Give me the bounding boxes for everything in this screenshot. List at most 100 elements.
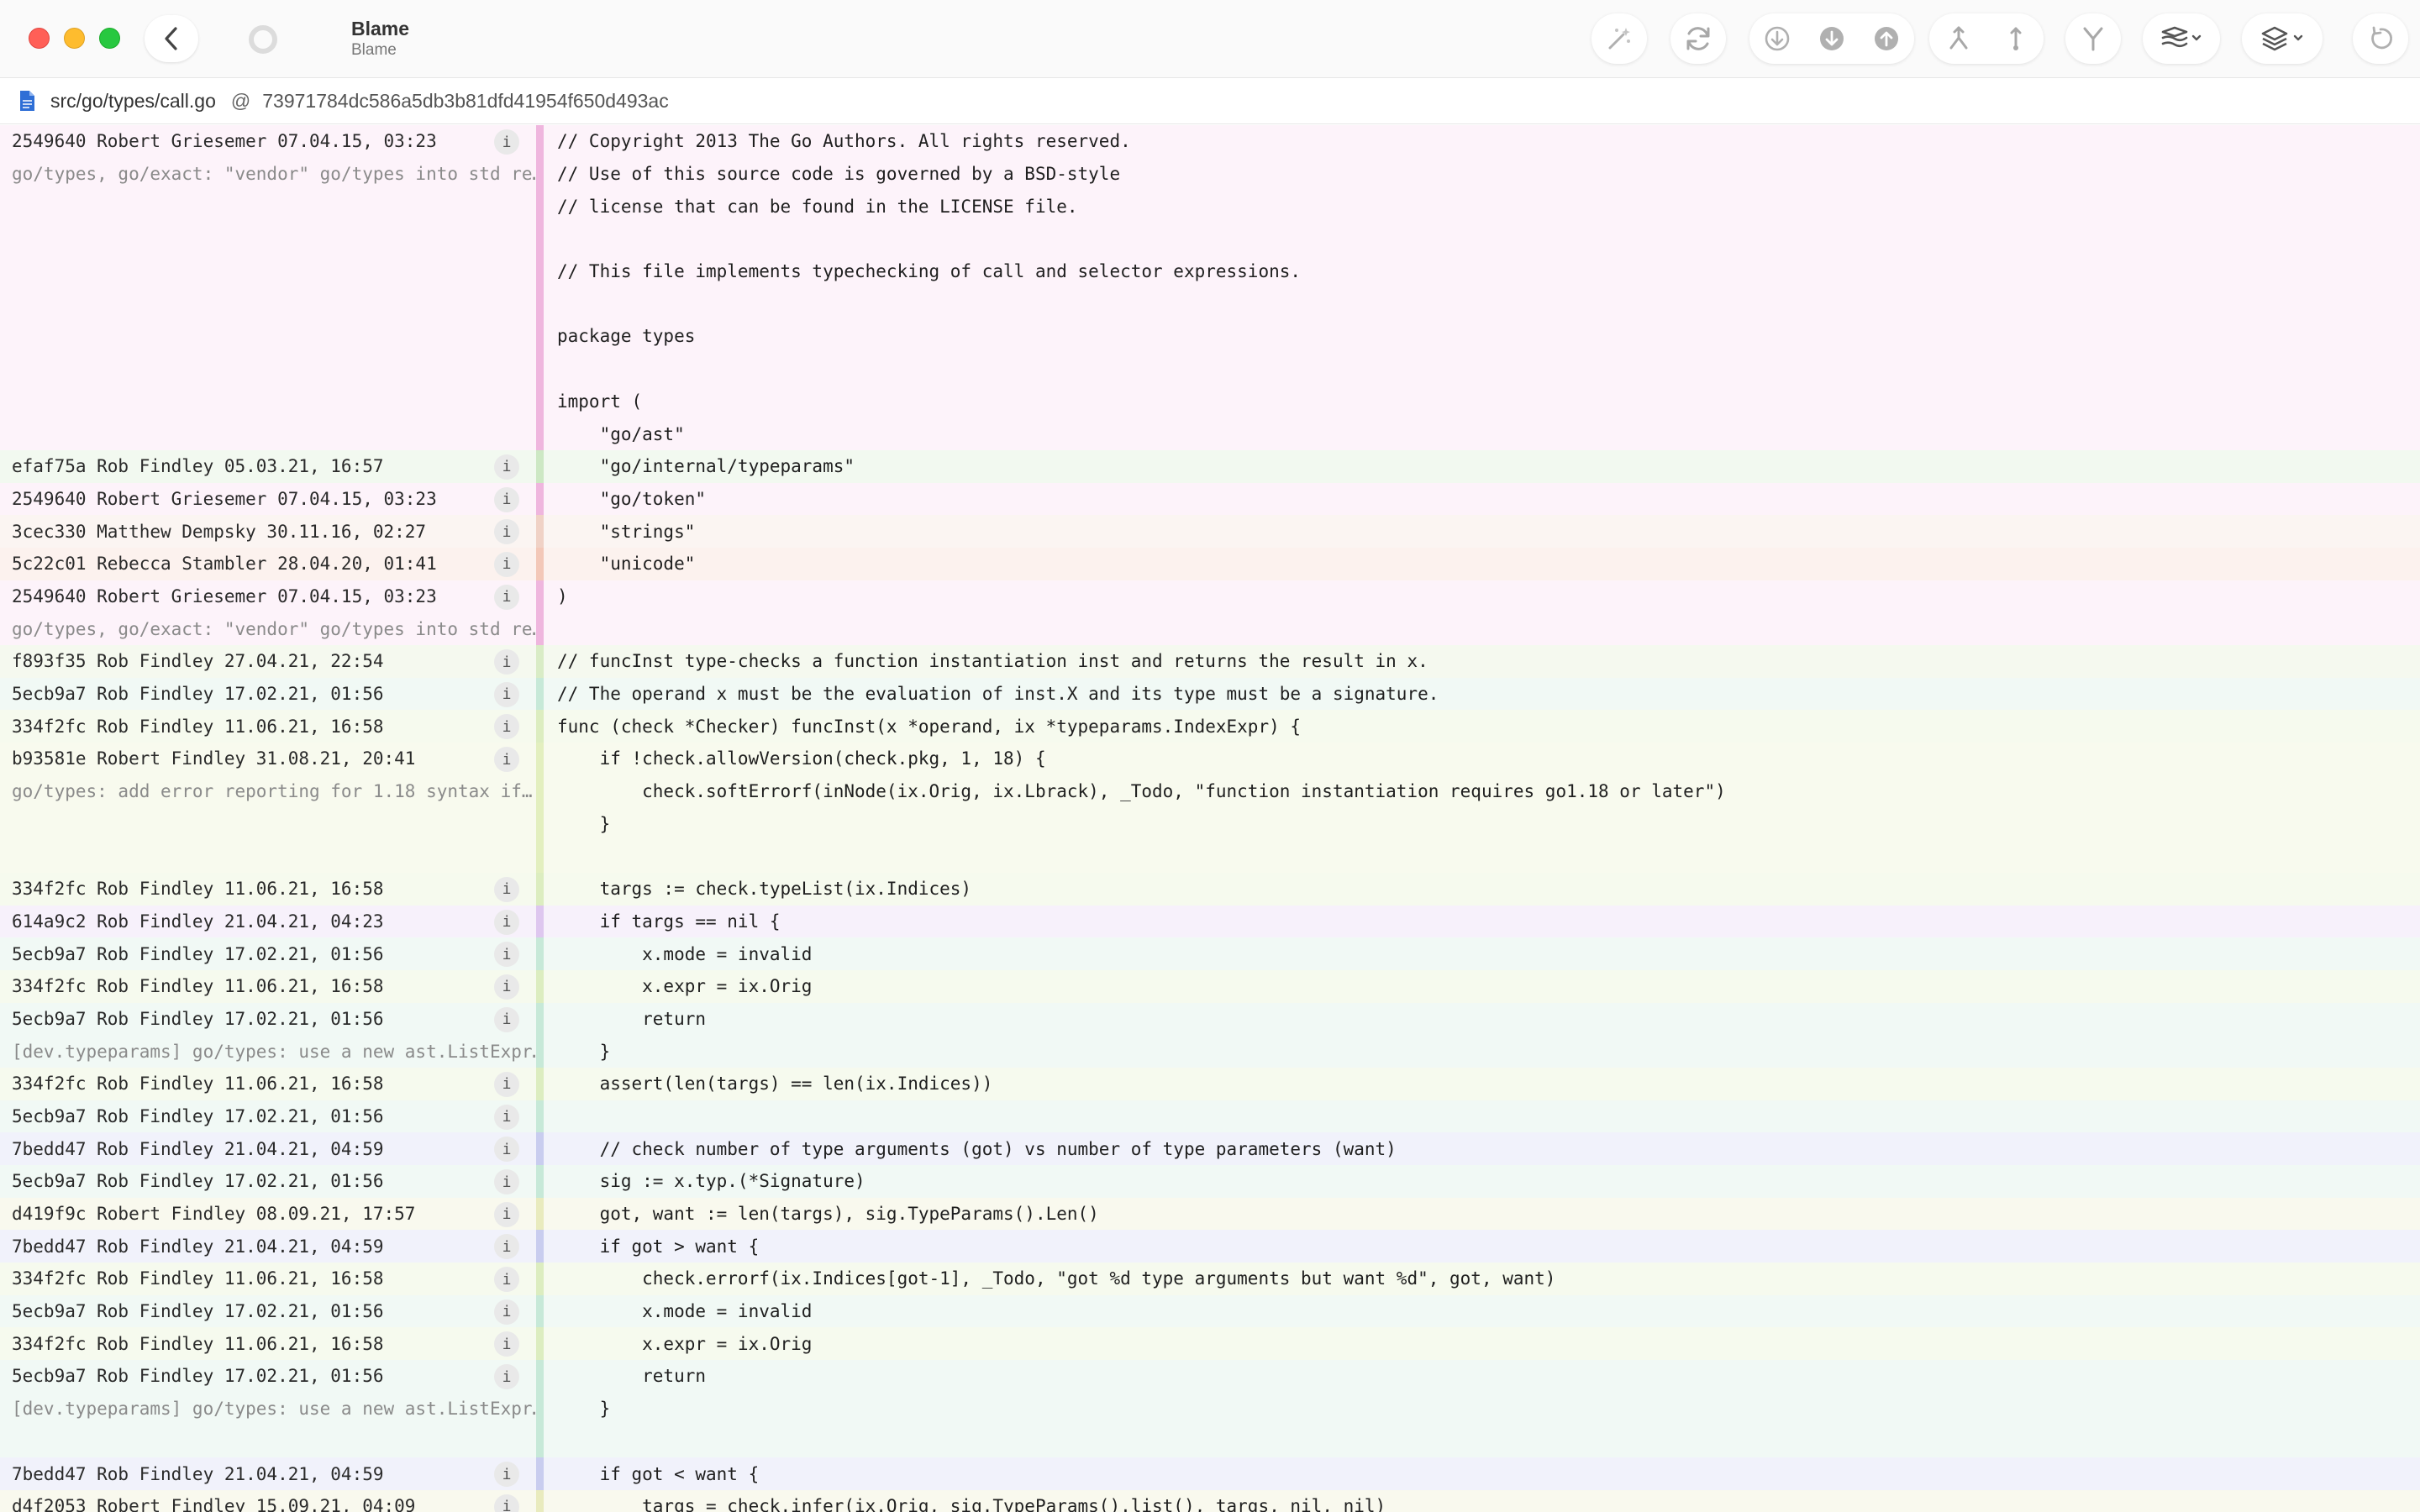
commit-info-button[interactable]: i [494, 1071, 519, 1097]
blame-annotation [0, 190, 538, 223]
blame-annotation[interactable]: b93581e Robert Findley 31.08.21, 20:41 [0, 743, 538, 775]
blame-annotation[interactable]: 2549640 Robert Griesemer 07.04.15, 03:23 [0, 125, 538, 158]
blame-line: 614a9c2 Rob Findley 21.04.21, 04:23 i if … [0, 905, 2420, 938]
push-icon[interactable] [1872, 24, 1901, 53]
blame-annotation[interactable]: 5ecb9a7 Rob Findley 17.02.21, 01:56 [0, 1003, 538, 1036]
commit-info-button[interactable]: i [494, 584, 519, 610]
commit-info-button[interactable]: i [494, 649, 519, 675]
commit-info-button[interactable]: i [494, 876, 519, 902]
commit-message[interactable]: go/types, go/exact: "vendor" go/types in… [0, 158, 538, 191]
window-subtitle: Blame [351, 41, 397, 59]
layers-menu-button[interactable] [2242, 13, 2323, 64]
blame-annotation[interactable]: 334f2fc Rob Findley 11.06.21, 16:58 [0, 710, 538, 743]
blame-line: go/types, go/exact: "vendor" go/types in… [0, 157, 2420, 191]
blame-annotation[interactable]: 334f2fc Rob Findley 11.06.21, 16:58 [0, 1263, 538, 1295]
commit-color-strip [536, 905, 544, 938]
undo-button[interactable] [2353, 13, 2408, 64]
magic-button[interactable] [1591, 13, 1647, 64]
commit-info-button[interactable]: i [494, 1104, 519, 1130]
code-line: check.errorf(ix.Indices[got-1], _Todo, "… [557, 1268, 1556, 1289]
branch-vertical-icon[interactable] [2003, 24, 2028, 53]
back-button[interactable] [145, 15, 198, 62]
commit-message[interactable]: go/types, go/exact: "vendor" go/types in… [0, 612, 538, 645]
commit-color-strip [536, 547, 544, 580]
commit-info-button[interactable]: i [494, 129, 519, 155]
blame-annotation[interactable]: f893f35 Rob Findley 27.04.21, 22:54 [0, 645, 538, 678]
blame-annotation[interactable]: 5ecb9a7 Rob Findley 17.02.21, 01:56 [0, 937, 538, 970]
path-at-sign: @ [230, 89, 251, 112]
blame-view: 2549640 Robert Griesemer 07.04.15, 03:23… [0, 125, 2420, 1512]
commit-info-button[interactable]: i [494, 454, 519, 480]
blame-line: 7bedd47 Rob Findley 21.04.21, 04:59 i // … [0, 1132, 2420, 1165]
blame-line: package types [0, 320, 2420, 353]
merge-icon[interactable] [1944, 24, 1973, 53]
commit-hash[interactable]: 73971784dc586a5db3b81dfd41954f650d493ac [262, 90, 668, 113]
blame-annotation[interactable]: d419f9c Robert Findley 08.09.21, 17:57 [0, 1198, 538, 1231]
blame-annotation[interactable]: 7bedd47 Rob Findley 21.04.21, 04:59 [0, 1230, 538, 1263]
commit-info-button[interactable]: i [494, 1462, 519, 1488]
commit-info-button[interactable]: i [494, 1006, 519, 1032]
commit-message[interactable]: [dev.typeparams] go/types: use a new ast… [0, 1393, 538, 1425]
blame-annotation[interactable]: 3cec330 Matthew Dempsky 30.11.16, 02:27 [0, 515, 538, 548]
commit-message[interactable]: go/types: add error reporting for 1.18 s… [0, 775, 538, 808]
blame-annotation[interactable]: 5ecb9a7 Rob Findley 17.02.21, 01:56 [0, 1360, 538, 1393]
blame-line: f893f35 Rob Findley 27.04.21, 22:54 i // f… [0, 645, 2420, 678]
close-window-button[interactable] [29, 28, 50, 49]
commit-info-button[interactable]: i [494, 974, 519, 1000]
code-line: package types [557, 326, 696, 347]
blame-annotation[interactable]: 7bedd47 Rob Findley 21.04.21, 04:59 [0, 1457, 538, 1490]
commit-color-strip [536, 1489, 544, 1512]
blame-annotation[interactable]: 5ecb9a7 Rob Findley 17.02.21, 01:56 [0, 678, 538, 711]
blame-annotation[interactable]: 334f2fc Rob Findley 11.06.21, 16:58 [0, 970, 538, 1003]
minimize-window-button[interactable] [64, 28, 85, 49]
commit-info-button[interactable]: i [494, 1201, 519, 1227]
fetch-icon[interactable] [1763, 24, 1791, 53]
commit-info-button[interactable]: i [494, 1267, 519, 1293]
blame-annotation[interactable]: 5ecb9a7 Rob Findley 17.02.21, 01:56 [0, 1295, 538, 1328]
blame-annotation[interactable]: 5ecb9a7 Rob Findley 17.02.21, 01:56 [0, 1100, 538, 1133]
blame-annotation[interactable]: 334f2fc Rob Findley 11.06.21, 16:58 [0, 1327, 538, 1360]
commit-info-button[interactable]: i [494, 1364, 519, 1390]
blame-annotation[interactable]: 2549640 Robert Griesemer 07.04.15, 03:23 [0, 580, 538, 613]
commit-info-button[interactable]: i [494, 681, 519, 707]
blame-annotation[interactable]: 2549640 Robert Griesemer 07.04.15, 03:23 [0, 483, 538, 516]
commit-info-button[interactable]: i [494, 909, 519, 935]
blame-line: import ( [0, 385, 2420, 418]
code-line: return [557, 1366, 707, 1387]
commit-color-strip [536, 872, 544, 906]
blame-line: 334f2fc Rob Findley 11.06.21, 16:58 i che… [0, 1263, 2420, 1295]
pull-icon[interactable] [1818, 24, 1846, 53]
commit-info-button[interactable]: i [494, 747, 519, 773]
blame-annotation[interactable]: 334f2fc Rob Findley 11.06.21, 16:58 [0, 1068, 538, 1100]
blame-annotation[interactable]: 5c22c01 Rebecca Stambler 28.04.20, 01:41 [0, 548, 538, 580]
commit-color-strip [536, 1035, 544, 1068]
blame-line: 2549640 Robert Griesemer 07.04.15, 03:23… [0, 580, 2420, 613]
blame-annotation[interactable]: 7bedd47 Rob Findley 21.04.21, 04:59 [0, 1132, 538, 1165]
blame-annotation[interactable]: d4f2053 Robert Findley 15.09.21, 04:09 [0, 1490, 538, 1512]
zoom-window-button[interactable] [99, 28, 120, 49]
code-line: if got < want { [557, 1463, 760, 1484]
commit-info-button[interactable]: i [494, 1299, 519, 1325]
commit-color-strip [536, 190, 544, 223]
blame-line: b93581e Robert Findley 31.08.21, 20:41 i … [0, 743, 2420, 775]
stash-menu-button[interactable] [2143, 13, 2220, 64]
commit-info-button[interactable]: i [494, 551, 519, 577]
commit-info-button[interactable]: i [494, 942, 519, 968]
commit-color-strip [536, 677, 544, 711]
file-path[interactable]: src/go/types/call.go [50, 90, 216, 113]
blame-line: 5ecb9a7 Rob Findley 17.02.21, 01:56 i sig… [0, 1165, 2420, 1198]
code-line: x.mode = invalid [557, 943, 813, 964]
blame-annotation[interactable]: 614a9c2 Rob Findley 21.04.21, 04:23 [0, 906, 538, 938]
blame-annotation[interactable]: efaf75a Rob Findley 05.03.21, 16:57 [0, 450, 538, 483]
commit-message[interactable]: [dev.typeparams] go/types: use a new ast… [0, 1035, 538, 1068]
blame-line: 334f2fc Rob Findley 11.06.21, 16:58 i func… [0, 710, 2420, 743]
commit-info-button[interactable]: i [494, 1169, 519, 1194]
commit-info-button[interactable]: i [494, 486, 519, 512]
commit-color-strip [536, 515, 544, 548]
refresh-button[interactable] [1670, 13, 1726, 64]
code-line: x.expr = ix.Orig [557, 1333, 813, 1354]
blame-annotation[interactable]: 334f2fc Rob Findley 11.06.21, 16:58 [0, 873, 538, 906]
blame-annotation[interactable]: 5ecb9a7 Rob Findley 17.02.21, 01:56 [0, 1165, 538, 1198]
fork-button[interactable] [2065, 13, 2121, 64]
